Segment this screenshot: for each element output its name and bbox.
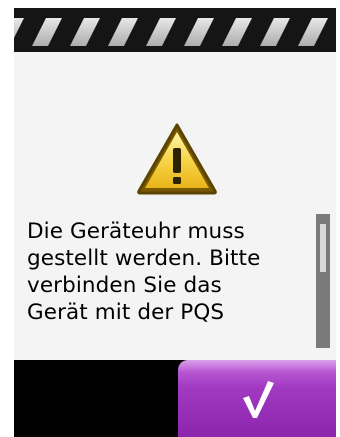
- message-scrollbar[interactable]: [316, 214, 330, 348]
- left-softkey-empty: [14, 360, 178, 437]
- alert-message: Die Geräteuhr muss gestellt werden. Bitt…: [27, 218, 307, 326]
- header-stripe-bar: [14, 8, 336, 52]
- checkmark-icon: [243, 381, 274, 418]
- device-screen: Die Geräteuhr muss gestellt werden. Bitt…: [0, 0, 340, 437]
- scrollbar-thumb[interactable]: [320, 224, 326, 272]
- warning-triangle-icon: [137, 123, 217, 195]
- softkey-bar: [14, 360, 336, 437]
- message-line: Gerät mit der PQS: [27, 300, 225, 325]
- button-highlight: [178, 360, 336, 372]
- confirm-button[interactable]: [178, 360, 336, 437]
- message-line: verbinden Sie das: [27, 273, 222, 298]
- alert-panel: Die Geräteuhr muss gestellt werden. Bitt…: [14, 52, 336, 360]
- message-line: Die Geräteuhr muss: [27, 219, 245, 244]
- message-line: gestellt werden. Bitte: [27, 246, 261, 271]
- striped-header-bar: [14, 8, 336, 52]
